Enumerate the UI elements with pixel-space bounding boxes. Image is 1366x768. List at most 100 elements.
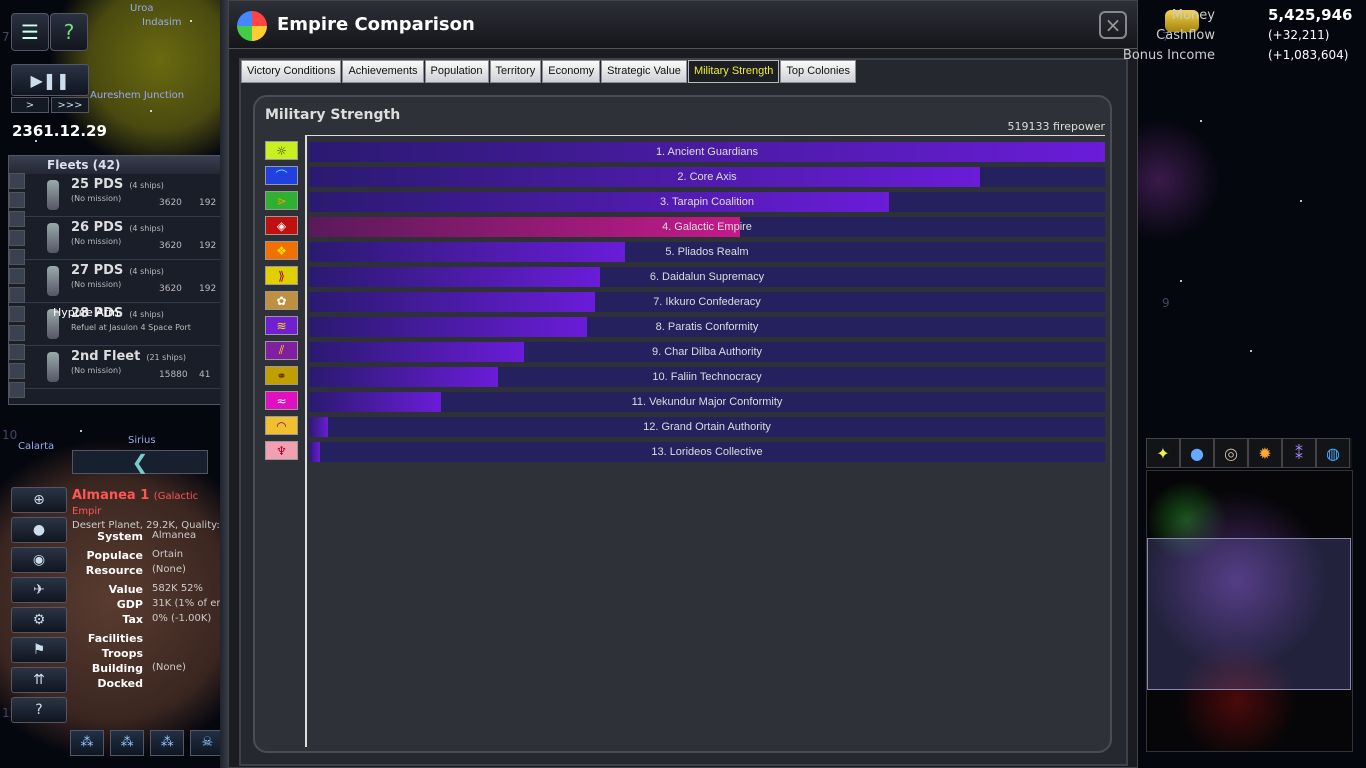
arrows-up-icon: ⇈ bbox=[33, 672, 45, 688]
fleet-icon: ⁂ bbox=[160, 735, 174, 750]
fleets-header[interactable]: Fleets (42) bbox=[9, 156, 220, 174]
empire-bar-row[interactable]: ≈11. Vekundur Major Conformity bbox=[263, 391, 1105, 412]
empire-bar-row[interactable]: ⌒ 2. Core Axis bbox=[263, 166, 1105, 187]
fleet-name: 27 PDS bbox=[71, 263, 124, 278]
filter-icon[interactable] bbox=[9, 192, 25, 208]
empire-bar-row[interactable]: ◈ 4. Galactic Empire bbox=[263, 216, 1105, 237]
fleet-mission: (No mission) bbox=[71, 237, 122, 246]
tab-achievements[interactable]: Achievements bbox=[342, 60, 424, 83]
filter-icon[interactable] bbox=[9, 173, 25, 189]
map-label[interactable]: Sirius bbox=[128, 435, 156, 446]
minimap-ships-button[interactable]: ✦ bbox=[1146, 438, 1180, 468]
settings-button[interactable]: ⚙ bbox=[11, 607, 67, 633]
empire-bar-row[interactable]: ◠ 12. Grand Ortain Authority bbox=[263, 416, 1105, 437]
bar-track: 10. Faliin Technocracy bbox=[309, 367, 1105, 387]
tab-military-strength[interactable]: Military Strength bbox=[687, 60, 780, 83]
planet-name[interactable]: Almanea 1 (Galactic Empir bbox=[72, 488, 222, 518]
minimap-viewport[interactable] bbox=[1147, 538, 1351, 690]
filter-icon[interactable] bbox=[9, 268, 25, 284]
ringed-planet-icon: ◎ bbox=[1224, 443, 1238, 463]
fleet-row[interactable]: 26 PDS (4 ships) (No mission) 3620 192 bbox=[9, 217, 220, 260]
filter-icon[interactable] bbox=[9, 287, 25, 303]
fleet-count: 192 bbox=[199, 241, 217, 251]
filter-icon[interactable] bbox=[9, 344, 25, 360]
fleet-formation-button[interactable]: ⇈ bbox=[11, 667, 67, 693]
planet-info-panel: Almanea 1 (Galactic Empir Desert Planet,… bbox=[72, 488, 232, 720]
filter-icon[interactable] bbox=[9, 306, 25, 322]
fleet-type-button[interactable]: ⁂ bbox=[70, 730, 104, 756]
bar-label: 4. Galactic Empire bbox=[662, 221, 752, 233]
tab-economy[interactable]: Economy bbox=[542, 60, 601, 83]
speed-normal-button[interactable]: > bbox=[11, 97, 49, 113]
fleet-type-button[interactable]: ⁂ bbox=[150, 730, 185, 756]
fleet-row[interactable]: 27 PDS (4 ships) (No mission) 3620 192 bbox=[9, 260, 220, 303]
empire-bar-row[interactable]: ⋗ 3. Tarapin Coalition bbox=[263, 191, 1105, 212]
collapse-panel-button[interactable]: ❮ bbox=[72, 450, 208, 474]
tab-territory[interactable]: Territory bbox=[489, 60, 542, 83]
tab-strategic-value[interactable]: Strategic Value bbox=[601, 60, 687, 83]
empire-bar-row[interactable]: ♆ 13. Lorideos Collective bbox=[263, 441, 1105, 462]
map-label[interactable]: Calarta bbox=[18, 441, 54, 452]
gear-icon: ⚙ bbox=[32, 612, 46, 628]
tab-top-colonies[interactable]: Top Colonies bbox=[780, 60, 857, 83]
map-label[interactable]: Hypure Arm bbox=[53, 306, 119, 319]
planet-info-row: Resource (None) bbox=[72, 564, 222, 579]
empire-bar-row[interactable]: ✿ 7. Ikkuro Confederacy bbox=[263, 291, 1105, 312]
planet-info-row: Docked bbox=[72, 677, 222, 692]
tab-victory-conditions[interactable]: Victory Conditions bbox=[241, 60, 342, 83]
planet-icon: ● bbox=[1190, 443, 1204, 463]
filter-icon[interactable] bbox=[9, 363, 25, 379]
speed-fast-button[interactable]: >>> bbox=[51, 97, 89, 113]
map-label[interactable]: Aureshem Junction bbox=[90, 90, 184, 101]
minimap-gas-giant-button[interactable]: ◎ bbox=[1214, 438, 1248, 468]
empire-bar-row[interactable]: ⟫ 6. Daidalun Supremacy bbox=[263, 266, 1105, 287]
filter-icon[interactable] bbox=[9, 382, 25, 398]
filter-icon[interactable] bbox=[9, 211, 25, 227]
empire-bar-row[interactable]: ⚭ 10. Faliin Technocracy bbox=[263, 366, 1105, 387]
empire-bar-row[interactable]: ⫽ 9. Char Dilba Authority bbox=[263, 341, 1105, 362]
fleet-count: 192 bbox=[199, 198, 217, 208]
filter-icon[interactable] bbox=[9, 325, 25, 341]
bar-track: 1. Ancient Guardians bbox=[309, 142, 1105, 162]
close-button[interactable]: × bbox=[1099, 11, 1127, 39]
ship-view-button[interactable]: ✈ bbox=[11, 577, 67, 603]
filter-icon[interactable] bbox=[9, 230, 25, 246]
help-shield-button[interactable]: ? bbox=[50, 13, 88, 51]
minimap-nebula-button[interactable]: ⁑ bbox=[1282, 438, 1316, 468]
minimap[interactable] bbox=[1146, 470, 1353, 752]
planet-info-row: Building (None) bbox=[72, 662, 222, 677]
ship-icon: ✦ bbox=[1156, 443, 1170, 463]
eye-view-button[interactable]: ◉ bbox=[11, 547, 67, 573]
empire-bar-row[interactable]: ☼ 1. Ancient Guardians bbox=[263, 141, 1105, 162]
window-titlebar[interactable]: Empire Comparison × bbox=[229, 1, 1137, 49]
empire-flag-icon: ⌒ bbox=[265, 166, 298, 185]
filter-icon[interactable] bbox=[9, 249, 25, 265]
play-pause-button[interactable]: ▶❚❚ bbox=[11, 64, 89, 96]
menu-icon: ☰ bbox=[21, 20, 39, 44]
panel-title: Military Strength bbox=[265, 107, 401, 123]
bonus-income-value: (+1,083,604) bbox=[1268, 48, 1349, 62]
ship-icon bbox=[47, 223, 59, 253]
empire-flag-icon: ❖ bbox=[265, 241, 298, 260]
flag-button[interactable]: ⚑ bbox=[11, 637, 67, 663]
fleet-row[interactable]: 2nd Fleet (21 ships) (No mission) 15880 41 bbox=[9, 346, 220, 389]
planet-view-button[interactable]: ● bbox=[11, 517, 67, 543]
minimap-galaxy-button[interactable]: ◍ bbox=[1316, 438, 1350, 468]
fleet-row[interactable]: 25 PDS (4 ships) (No mission) 3620 192 bbox=[9, 174, 220, 217]
map-label[interactable]: Uroa bbox=[130, 3, 153, 14]
planet-info-value: Almanea bbox=[152, 530, 197, 541]
bar-track: 12. Grand Ortain Authority bbox=[309, 417, 1105, 437]
help-button[interactable]: ? bbox=[11, 697, 67, 723]
map-label[interactable]: Indasim bbox=[142, 17, 182, 28]
menu-button[interactable]: ☰ bbox=[11, 13, 49, 51]
target-lock-button[interactable]: ⊕ bbox=[11, 487, 67, 513]
empire-bar-row[interactable]: ≋ 8. Paratis Conformity bbox=[263, 316, 1105, 337]
tab-population[interactable]: Population bbox=[424, 60, 489, 83]
fleet-type-button[interactable]: ⁂ bbox=[110, 730, 145, 756]
minimap-planets-button[interactable]: ● bbox=[1180, 438, 1214, 468]
bar-label: 10. Faliin Technocracy bbox=[652, 371, 762, 383]
empire-flag-icon: ⋗ bbox=[265, 191, 298, 210]
minimap-star-button[interactable]: ✹ bbox=[1248, 438, 1282, 468]
empire-bar-row[interactable]: ❖ 5. Pliados Realm bbox=[263, 241, 1105, 262]
close-icon: × bbox=[1104, 13, 1122, 37]
